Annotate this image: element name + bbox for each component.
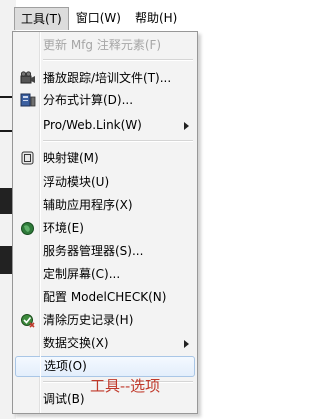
menu-item-label: 更新 Mfg 注释元素(F) [43,38,162,52]
menu-item-label: 选项(O) [44,359,87,373]
globe-icon [20,221,36,236]
menu-item-label: 播放跟踪/培训文件(T)... [43,71,172,85]
menu-item-auxiliary-applications[interactable]: 辅助应用程序(X) [15,195,195,216]
tools-dropdown-menu: 更新 Mfg 注释元素(F) 播放跟踪/培训文件(T)... 分布式计算(D).… [12,31,198,414]
menu-item-server-manager[interactable]: 服务器管理器(S)... [15,241,195,262]
menu-item-clear-history[interactable]: 清除历史记录(H) [15,310,195,331]
film-camera-icon [20,71,36,86]
background-block [0,246,12,274]
menu-item-label: 服务器管理器(S)... [43,244,144,258]
background-block [0,188,12,214]
menu-item-label: 映射键(M) [43,151,99,165]
menu-item-mapkeys[interactable]: 映射键(M) [15,148,195,169]
menu-item-label: 辅助应用程序(X) [43,198,133,212]
menu-item-label: 调试(B) [43,392,85,406]
menu-item-pro-web-link[interactable]: Pro/Web.Link(W) [15,115,195,136]
menu-item-distributed-computing[interactable]: 分布式计算(D)... [15,90,195,111]
computer-network-icon [20,93,36,108]
menu-item-options[interactable]: 选项(O) [15,356,195,377]
menu-item-play-trail[interactable]: 播放跟踪/培训文件(T)... [15,68,195,89]
menu-separator [43,59,193,61]
menu-item-label: 数据交换(X) [43,336,109,350]
caption-annotation: 工具--选项 [90,377,161,395]
menu-bar: 工具(T) 窗口(W) 帮助(H) [14,6,184,30]
submenu-arrow-icon [184,122,189,130]
menu-item-floating-modules[interactable]: 浮动模块(U) [15,172,195,193]
submenu-arrow-icon [184,340,189,348]
menu-item-customize-screen[interactable]: 定制屏幕(C)... [15,264,195,285]
menu-item-environment[interactable]: 环境(E) [15,218,195,239]
clear-history-icon [20,313,36,328]
menu-help[interactable]: 帮助(H) [128,6,184,30]
menu-item-label: 环境(E) [43,221,84,235]
screenshot-root: 工具(T) 窗口(W) 帮助(H) 更新 Mfg 注释元素(F) 播放跟踪/培训… [0,0,314,419]
menu-item-update-mfg[interactable]: 更新 Mfg 注释元素(F) [15,35,195,56]
menu-item-label: 配置 ModelCHECK(N) [43,290,167,304]
menu-item-label: 定制屏幕(C)... [43,267,121,281]
menu-item-label: Pro/Web.Link(W) [43,118,142,132]
menu-item-label: 浮动模块(U) [43,175,110,189]
menu-item-label: 清除历史记录(H) [43,313,134,327]
menu-item-configure-modelcheck[interactable]: 配置 ModelCHECK(N) [15,287,195,308]
mapkey-icon [20,151,36,166]
menu-tools[interactable]: 工具(T) [14,6,69,30]
menu-item-data-exchange[interactable]: 数据交换(X) [15,333,195,354]
menu-window[interactable]: 窗口(W) [69,6,128,30]
menu-item-label: 分布式计算(D)... [43,93,134,107]
menu-separator [43,140,193,142]
